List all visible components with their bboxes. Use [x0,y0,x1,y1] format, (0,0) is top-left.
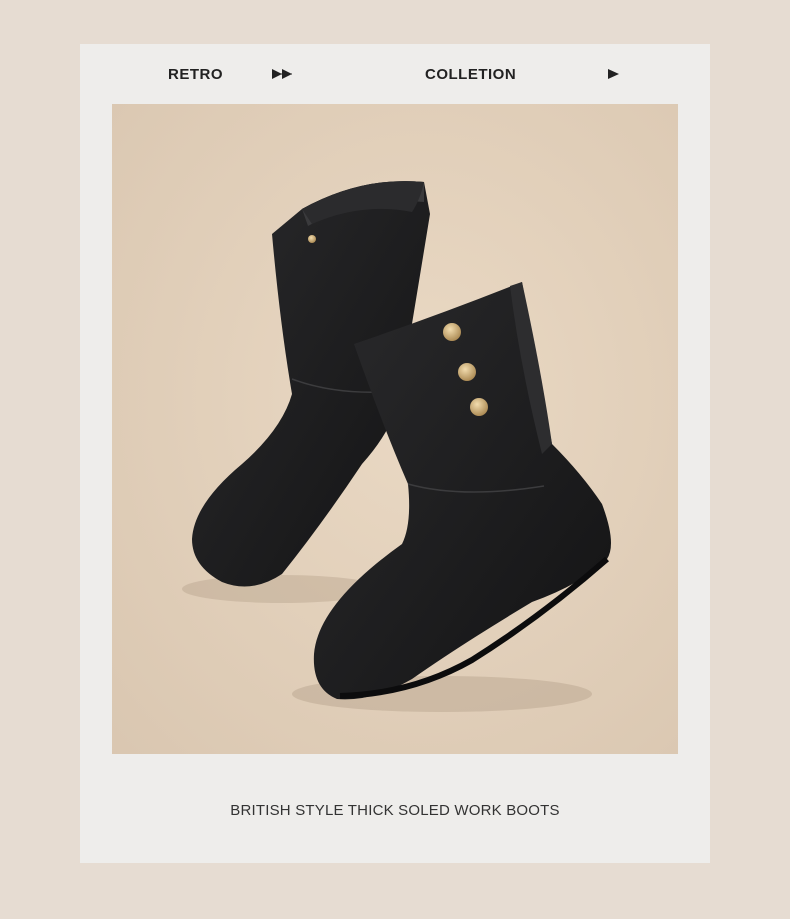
header-collection-label: COLLETION [425,66,517,83]
product-caption: BRITISH STYLE THICK SOLED WORK BOOTS [230,802,560,819]
product-card: RETRO COLLETION BRITISH STYLE THICK SOLE… [80,44,710,863]
header-retro-label: RETRO [168,66,223,83]
product-photo [112,104,678,754]
play-arrow-icon [608,69,619,79]
double-play-arrow-icon [272,69,292,79]
boots-image [112,104,678,754]
